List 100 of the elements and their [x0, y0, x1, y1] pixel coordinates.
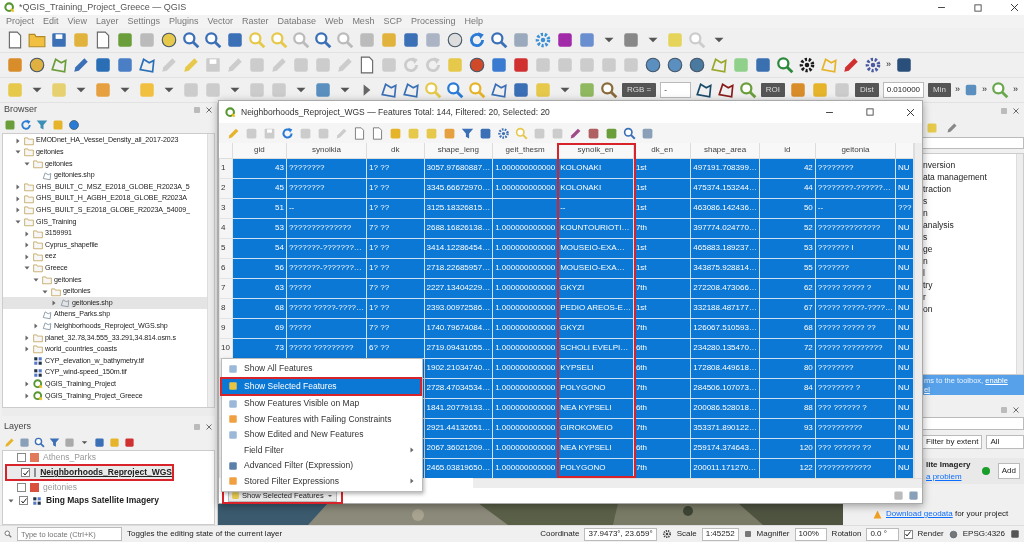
column-header[interactable]: id [759, 143, 816, 158]
square-icon[interactable] [94, 56, 112, 74]
arrow-icon[interactable] [32, 322, 40, 331]
square-icon[interactable] [895, 56, 913, 74]
square-icon[interactable] [94, 436, 105, 448]
globe-icon[interactable] [28, 56, 46, 74]
render-checkbox[interactable] [903, 529, 913, 539]
page-icon[interactable] [353, 126, 366, 140]
menu-item[interactable]: Settings [127, 14, 160, 29]
column-header[interactable]: shape_leng [424, 143, 493, 158]
search-field[interactable] [922, 137, 1024, 149]
legend-entry[interactable]: Neighborhoods_Reproject_WGS [7, 466, 172, 479]
filter-icon[interactable] [49, 436, 60, 448]
download-link[interactable]: Download geodata [886, 509, 953, 518]
pencil-icon[interactable] [842, 56, 860, 74]
menu-item[interactable]: Database [277, 14, 317, 29]
menu-item[interactable]: View [67, 14, 87, 29]
square-icon[interactable] [402, 31, 420, 49]
column-header[interactable]: synoikia [286, 143, 367, 158]
polygon-icon[interactable] [694, 81, 713, 99]
page-icon[interactable] [358, 56, 376, 74]
magnifier-icon[interactable] [314, 31, 332, 49]
magnifier-icon[interactable] [182, 31, 200, 49]
toolbox-item[interactable]: ge [923, 243, 1016, 255]
scrollbar[interactable] [473, 478, 922, 488]
pencil-icon[interactable] [946, 122, 958, 134]
crs-button[interactable]: EPSG:4326 [962, 528, 1005, 540]
menu-item[interactable]: Show All Features [222, 361, 422, 377]
maximize-icon[interactable] [973, 2, 983, 13]
toolbox-item[interactable]: n [923, 207, 1016, 219]
polygon-icon[interactable] [138, 56, 156, 74]
polygon-icon[interactable] [402, 81, 420, 99]
toolbox-item[interactable]: r [923, 291, 1016, 303]
globe-icon[interactable] [160, 31, 178, 49]
coordinate-field[interactable]: 37.9473°, 23.659° [584, 527, 657, 541]
page-icon[interactable] [371, 126, 384, 140]
pencil-icon[interactable] [569, 126, 582, 140]
filter-button[interactable]: Filter by extent [922, 435, 983, 449]
search-field[interactable] [922, 417, 1024, 430]
globe-icon[interactable] [948, 529, 958, 539]
menu-item[interactable]: Show Edited and New Features [222, 427, 422, 443]
toolbox-item[interactable]: ata management [923, 171, 1016, 183]
square-icon[interactable] [512, 81, 530, 99]
magnifier-icon[interactable] [991, 81, 1009, 99]
square-icon[interactable] [116, 56, 134, 74]
overflow-chevron[interactable]: » [981, 83, 987, 97]
overflow-chevron[interactable]: » [954, 83, 960, 97]
gear-icon[interactable] [798, 56, 816, 74]
scrollbar[interactable] [2, 408, 215, 416]
scrollbar[interactable] [914, 143, 922, 478]
layer-checkbox[interactable] [21, 468, 30, 477]
distance-field[interactable]: 0.010000 [882, 82, 925, 98]
gear-icon[interactable] [661, 529, 672, 539]
column-header[interactable]: shape_area [690, 143, 760, 158]
arrow-icon[interactable] [14, 194, 22, 203]
magnifier-icon[interactable] [600, 81, 618, 99]
square-icon[interactable] [622, 31, 640, 49]
globe-icon[interactable] [666, 56, 684, 74]
arrow-icon[interactable] [50, 299, 58, 308]
magnifier-icon[interactable] [204, 31, 222, 49]
menu-item[interactable]: Project [6, 14, 34, 29]
close-icon[interactable] [1009, 2, 1020, 13]
menu-item[interactable]: Show Features Visible on Map [222, 396, 422, 412]
globe-icon[interactable] [446, 31, 464, 49]
report-link[interactable]: a problem [926, 471, 974, 483]
menu-item[interactable]: Show Features with Failing Constraints [222, 411, 422, 427]
toolbox-item[interactable]: on [923, 303, 1016, 315]
magnifier-icon[interactable] [446, 81, 464, 99]
menu-item[interactable]: Stored Filter Expressions [222, 473, 422, 489]
scale-field[interactable]: 1:45252 [701, 527, 739, 541]
filter-dropdown[interactable]: All [986, 435, 1024, 449]
down-arrow-icon[interactable] [23, 160, 31, 168]
menu-item[interactable]: Show Selected Features [222, 378, 420, 394]
magnifier-icon[interactable] [623, 126, 636, 140]
filter-icon[interactable] [461, 126, 474, 140]
close-icon[interactable] [905, 106, 916, 118]
square-icon[interactable] [512, 56, 530, 74]
toolbox-item[interactable]: n [923, 255, 1016, 267]
maximize-icon[interactable] [865, 107, 875, 117]
toolbox-item[interactable]: s [923, 231, 1016, 243]
menu-item[interactable]: Field Filter [222, 442, 422, 458]
magnifier-field[interactable]: 100% [794, 527, 827, 541]
add-button[interactable]: Add [997, 463, 1020, 479]
square-icon[interactable] [743, 530, 752, 538]
scrollbar[interactable] [1016, 154, 1023, 374]
pencil-icon[interactable] [72, 56, 90, 74]
arrow-icon[interactable] [14, 136, 22, 145]
menu-item[interactable]: Layer [95, 14, 119, 29]
square-icon[interactable] [754, 56, 772, 74]
layer-checkbox[interactable] [19, 496, 28, 505]
square-icon[interactable] [124, 436, 135, 448]
menu-item[interactable]: Help [464, 14, 483, 29]
polygon-icon[interactable] [490, 81, 508, 99]
legend-entry[interactable]: Bing Maps Satellite Imagery [3, 494, 214, 507]
menu-item[interactable]: Advanced Filter (Expression) [222, 458, 422, 474]
square-icon[interactable] [587, 126, 600, 140]
arrow-icon[interactable] [23, 345, 31, 354]
menu-item[interactable]: Vector [207, 14, 233, 29]
column-header[interactable]: dk [366, 143, 424, 158]
column-header[interactable]: geitonia [815, 143, 896, 158]
